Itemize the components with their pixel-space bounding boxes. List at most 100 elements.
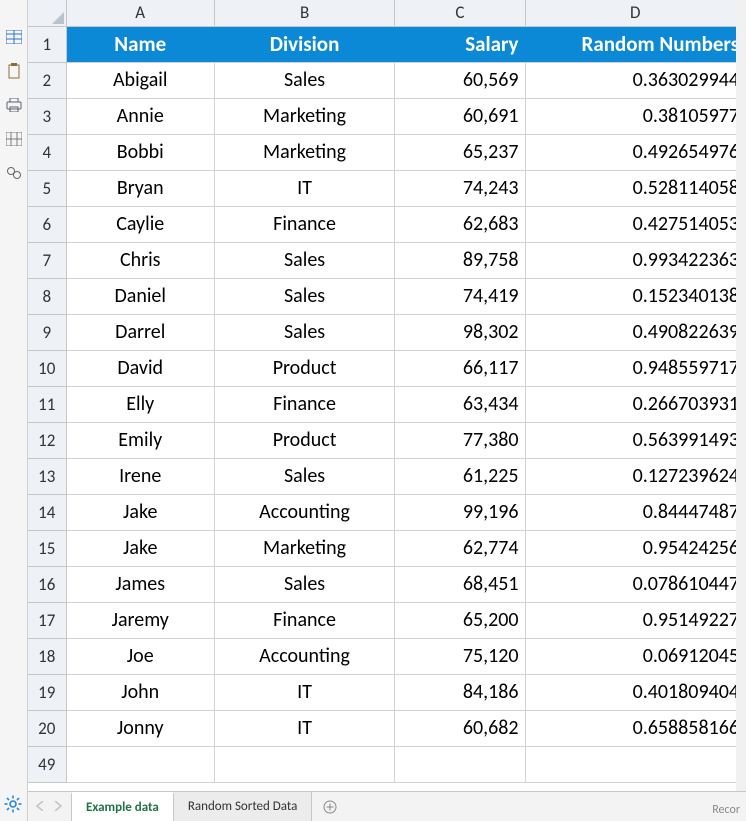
cell-division[interactable]: Accounting: [214, 638, 394, 674]
cell-division[interactable]: IT: [214, 674, 394, 710]
cell-name[interactable]: Emily: [66, 422, 214, 458]
cell-salary[interactable]: 65,200: [395, 602, 525, 638]
cell-random[interactable]: 0.563991493: [525, 422, 745, 458]
header-cell-random[interactable]: Random Numbers: [525, 26, 745, 62]
cell-name[interactable]: Chris: [66, 242, 214, 278]
cell-random[interactable]: 0.06912045: [525, 638, 745, 674]
cell-random[interactable]: 0.363029944: [525, 62, 745, 98]
cell-salary[interactable]: 77,380: [395, 422, 525, 458]
sheet-tab[interactable]: Random Sorted Data: [173, 792, 312, 821]
row-header[interactable]: 9: [28, 314, 66, 350]
cell-random[interactable]: 0.401809404: [525, 674, 745, 710]
row-header[interactable]: 17: [28, 602, 66, 638]
row-header[interactable]: 4: [28, 134, 66, 170]
tab-nav-next-icon[interactable]: [54, 800, 64, 814]
cell-salary[interactable]: 98,302: [395, 314, 525, 350]
cell-salary[interactable]: 60,682: [395, 710, 525, 746]
row-header[interactable]: 20: [28, 710, 66, 746]
row-header[interactable]: 15: [28, 530, 66, 566]
tool-print-icon[interactable]: [5, 96, 23, 114]
cell-random[interactable]: 0.993422363: [525, 242, 745, 278]
cell-empty[interactable]: [214, 746, 394, 782]
cell-name[interactable]: Bryan: [66, 170, 214, 206]
vertical-scrollbar[interactable]: [736, 0, 746, 791]
cell-name[interactable]: Annie: [66, 98, 214, 134]
sheet-tab-active[interactable]: Example data: [71, 792, 174, 821]
cell-name[interactable]: Jaremy: [66, 602, 214, 638]
cell-name[interactable]: Daniel: [66, 278, 214, 314]
cell-division[interactable]: Product: [214, 422, 394, 458]
row-header[interactable]: 10: [28, 350, 66, 386]
cell-salary[interactable]: 84,186: [395, 674, 525, 710]
cell-salary[interactable]: 62,683: [395, 206, 525, 242]
cell-division[interactable]: Sales: [214, 566, 394, 602]
cell-random[interactable]: 0.38105977: [525, 98, 745, 134]
col-header-C[interactable]: C: [395, 0, 525, 26]
row-header[interactable]: 18: [28, 638, 66, 674]
cell-random[interactable]: 0.152340138: [525, 278, 745, 314]
cell-random[interactable]: 0.266703931: [525, 386, 745, 422]
cell-random[interactable]: 0.948559717: [525, 350, 745, 386]
cell-salary[interactable]: 61,225: [395, 458, 525, 494]
row-header[interactable]: 12: [28, 422, 66, 458]
cell-division[interactable]: Sales: [214, 242, 394, 278]
cell-name[interactable]: Jonny: [66, 710, 214, 746]
cell-division[interactable]: Finance: [214, 386, 394, 422]
row-header[interactable]: 1: [28, 26, 66, 62]
cell-division[interactable]: Marketing: [214, 98, 394, 134]
cell-salary[interactable]: 66,117: [395, 350, 525, 386]
cell-division[interactable]: Accounting: [214, 494, 394, 530]
cell-division[interactable]: Sales: [214, 278, 394, 314]
header-cell-division[interactable]: Division: [214, 26, 394, 62]
tool-table-icon[interactable]: [5, 28, 23, 46]
cell-random[interactable]: 0.95149227: [525, 602, 745, 638]
cell-division[interactable]: Finance: [214, 206, 394, 242]
cell-random[interactable]: 0.528114058: [525, 170, 745, 206]
cell-division[interactable]: IT: [214, 710, 394, 746]
cell-random[interactable]: 0.127239624: [525, 458, 745, 494]
cell-random[interactable]: 0.492654976: [525, 134, 745, 170]
cell-salary[interactable]: 62,774: [395, 530, 525, 566]
cell-empty[interactable]: [66, 746, 214, 782]
cell-division[interactable]: Sales: [214, 314, 394, 350]
row-header[interactable]: 3: [28, 98, 66, 134]
settings-gear-icon[interactable]: [4, 795, 24, 815]
cell-salary[interactable]: 60,691: [395, 98, 525, 134]
row-header[interactable]: 49: [28, 746, 66, 782]
header-cell-name[interactable]: Name: [66, 26, 214, 62]
cell-name[interactable]: Irene: [66, 458, 214, 494]
cell-division[interactable]: Marketing: [214, 134, 394, 170]
cell-salary[interactable]: 65,237: [395, 134, 525, 170]
cell-salary[interactable]: 63,434: [395, 386, 525, 422]
cell-salary[interactable]: 60,569: [395, 62, 525, 98]
cell-salary[interactable]: 89,758: [395, 242, 525, 278]
cell-empty[interactable]: [525, 746, 745, 782]
cell-division[interactable]: Product: [214, 350, 394, 386]
cell-salary[interactable]: 75,120: [395, 638, 525, 674]
cell-name[interactable]: Abigail: [66, 62, 214, 98]
cell-name[interactable]: David: [66, 350, 214, 386]
row-header[interactable]: 7: [28, 242, 66, 278]
tool-grid-icon[interactable]: [5, 130, 23, 148]
header-cell-salary[interactable]: Salary: [395, 26, 525, 62]
cell-salary[interactable]: 99,196: [395, 494, 525, 530]
row-header[interactable]: 19: [28, 674, 66, 710]
add-sheet-button[interactable]: [312, 792, 348, 821]
cell-random[interactable]: 0.95424256: [525, 530, 745, 566]
cell-random[interactable]: 0.078610447: [525, 566, 745, 602]
cell-empty[interactable]: [395, 746, 525, 782]
cell-random[interactable]: 0.84447487: [525, 494, 745, 530]
row-header[interactable]: 16: [28, 566, 66, 602]
row-header[interactable]: 14: [28, 494, 66, 530]
cell-name[interactable]: Jake: [66, 530, 214, 566]
cell-salary[interactable]: 74,243: [395, 170, 525, 206]
cell-name[interactable]: Elly: [66, 386, 214, 422]
cell-division[interactable]: Sales: [214, 458, 394, 494]
tool-find-icon[interactable]: [5, 164, 23, 182]
col-header-D[interactable]: D: [525, 0, 745, 26]
col-header-A[interactable]: A: [66, 0, 214, 26]
row-header[interactable]: 13: [28, 458, 66, 494]
col-header-B[interactable]: B: [214, 0, 394, 26]
cell-name[interactable]: John: [66, 674, 214, 710]
cell-division[interactable]: Marketing: [214, 530, 394, 566]
